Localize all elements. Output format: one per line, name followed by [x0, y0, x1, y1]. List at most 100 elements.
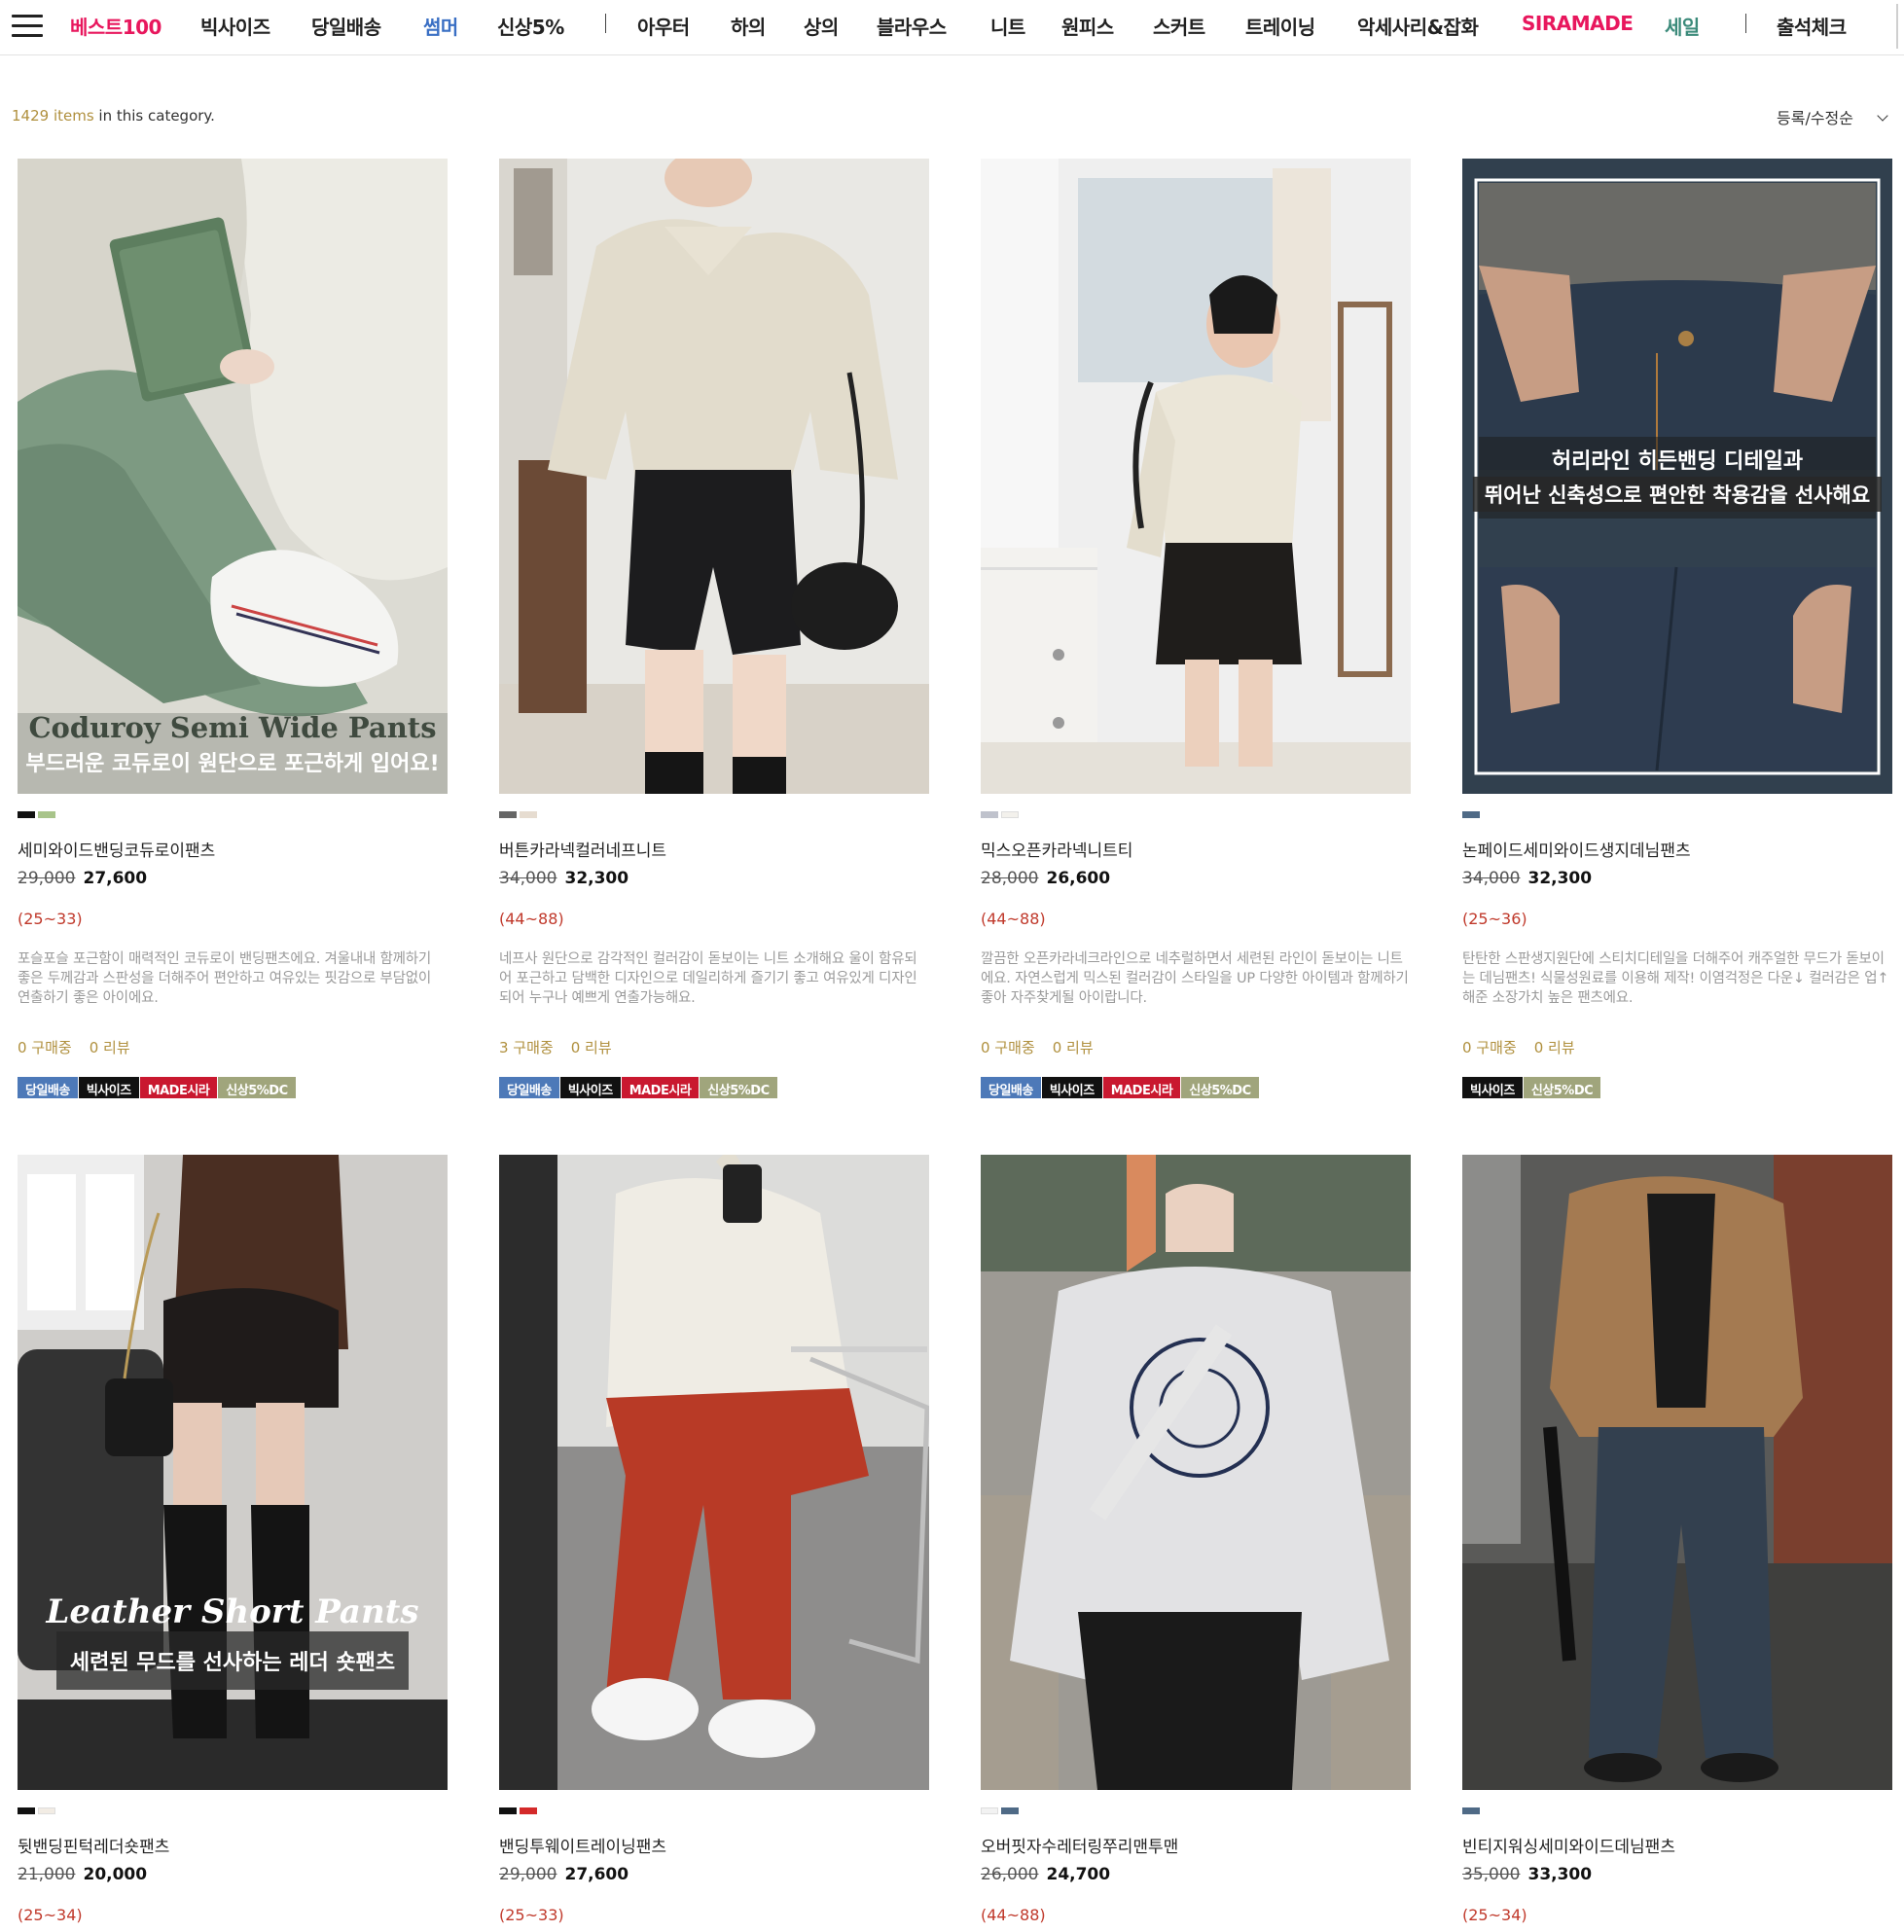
image-caption-korean: 부드러운 코듀로이 원단으로 포근하게 입어요! [25, 752, 440, 776]
image-caption-english: Coduroy Semi Wide Pants [28, 711, 437, 744]
product-card[interactable]: Coduroy Semi Wide Pants 부드러운 코듀로이 원단으로 포… [18, 159, 448, 1098]
sale-price: 33,300 [1527, 1865, 1593, 1884]
item-count: 1429 items in this category. [12, 107, 215, 125]
product-card[interactable]: 밴딩투웨이트레이닝팬츠 29,000 27,600 (25~33) [499, 1155, 929, 1924]
color-swatches [18, 1807, 448, 1817]
color-swatches [499, 1807, 929, 1817]
color-swatch [18, 811, 35, 818]
nav-blouse[interactable]: 블라우스 [877, 12, 947, 40]
sale-price: 27,600 [83, 869, 148, 888]
color-swatch [1462, 811, 1480, 818]
color-swatch [499, 1807, 517, 1814]
product-image[interactable]: Coduroy Semi Wide Pants 부드러운 코듀로이 원단으로 포… [18, 159, 448, 794]
sale-price: 20,000 [83, 1865, 148, 1884]
product-badge: 빅사이즈 [1462, 1077, 1523, 1098]
original-price: 28,000 [981, 869, 1039, 888]
product-name[interactable]: 믹스오픈카라넥니트티 [981, 837, 1411, 861]
image-caption-korean: 뛰어난 신축성으로 편안한 착용감을 선사해요 [1472, 477, 1883, 512]
price: 35,000 33,300 [1462, 1865, 1892, 1884]
product-card[interactable]: 허리라인 히든밴딩 디테일과 뛰어난 신축성으로 편안한 착용감을 선사해요 논… [1462, 159, 1892, 1098]
product-image[interactable]: Leather Short Pants 세련된 무드를 선사하는 레더 숏팬츠 [18, 1155, 448, 1790]
price: 34,000 32,300 [499, 869, 929, 888]
product-card[interactable]: 버튼카라넥컬러네프니트 34,000 32,300 (44~88) 네프사 원단으… [499, 159, 929, 1098]
nav-sale[interactable]: 세일 [1665, 12, 1700, 40]
nav-knit[interactable]: 니트 [990, 12, 1025, 40]
product-badge: MADE시라 [621, 1077, 700, 1098]
nav-summer[interactable]: 썸머 [423, 12, 458, 40]
price: 34,000 32,300 [1462, 869, 1892, 888]
product-photo [18, 1155, 448, 1790]
product-image[interactable] [981, 159, 1411, 794]
product-stats: 3 구매중 0 리뷰 [499, 1037, 929, 1057]
price: 29,000 27,600 [18, 869, 448, 888]
product-name[interactable]: 버튼카라넥컬러네프니트 [499, 837, 929, 861]
nav-attendance[interactable]: 출석체크 [1777, 12, 1847, 40]
size-range: (25~36) [1462, 910, 1527, 928]
product-name[interactable]: 세미와이드밴딩코듀로이팬츠 [18, 837, 448, 861]
size-range: (44~88) [981, 910, 1046, 928]
nav-outer[interactable]: 아우터 [637, 12, 690, 40]
product-photo [499, 1155, 929, 1790]
sale-price: 24,700 [1046, 1865, 1111, 1884]
product-name[interactable]: 뒷밴딩핀턱레더숏팬츠 [18, 1833, 448, 1857]
sort-dropdown[interactable]: 등록/수정순 [1777, 105, 1888, 128]
product-name[interactable]: 빈티지워싱세미와이드데님팬츠 [1462, 1833, 1892, 1857]
item-count-suffix: in this category. [93, 107, 215, 125]
product-description: 포슬포슬 포근함이 매력적인 코듀로이 밴딩팬츠에요. 겨울내내 함께하기 좋은… [18, 951, 432, 1006]
nav-skirt[interactable]: 스커트 [1153, 12, 1205, 40]
image-caption-korean: 허리라인 히든밴딩 디테일과 [1551, 449, 1804, 474]
product-card[interactable]: 빈티지워싱세미와이드데님팬츠 35,000 33,300 (25~34) [1462, 1155, 1892, 1924]
product-card[interactable]: 믹스오픈카라넥니트티 28,000 26,600 (44~88) 깔끔한 오픈카라… [981, 159, 1411, 1098]
sale-price: 32,300 [1527, 869, 1593, 888]
product-name[interactable]: 논페이드세미와이드생지데님팬츠 [1462, 837, 1892, 861]
color-swatches [1462, 1807, 1892, 1817]
color-swatch [520, 1807, 537, 1814]
product-description: 탄탄한 스판생지원단에 스티치디테일을 더해주어 캐주얼한 무드가 돋보이는 데… [1462, 951, 1889, 1006]
badge-row: 빅사이즈 신상5%DC [1462, 1077, 1892, 1098]
review-count: 0 리뷰 [89, 1039, 130, 1056]
nav-dress[interactable]: 원피스 [1061, 12, 1114, 40]
product-image[interactable] [499, 1155, 929, 1790]
size-range: (44~88) [981, 1906, 1046, 1924]
original-price: 26,000 [981, 1865, 1039, 1884]
product-image[interactable]: 허리라인 히든밴딩 디테일과 뛰어난 신축성으로 편안한 착용감을 선사해요 [1462, 159, 1892, 794]
color-swatch [520, 811, 537, 818]
product-card[interactable]: Leather Short Pants 세련된 무드를 선사하는 레더 숏팬츠 … [18, 1155, 448, 1924]
nav-bottoms[interactable]: 하의 [731, 12, 766, 40]
image-caption-korean: 세련된 무드를 선사하는 레더 숏팬츠 [69, 1651, 396, 1675]
color-swatches [981, 1807, 1411, 1817]
nav-sameday[interactable]: 당일배송 [311, 12, 381, 40]
original-price: 21,000 [18, 1865, 76, 1884]
product-name[interactable]: 오버핏자수레터링쭈리맨투맨 [981, 1833, 1411, 1857]
product-name[interactable]: 밴딩투웨이트레이닝팬츠 [499, 1833, 929, 1857]
product-image[interactable] [981, 1155, 1411, 1790]
product-stats: 0 구매중 0 리뷰 [18, 1037, 448, 1057]
nav-training[interactable]: 트레이닝 [1245, 12, 1315, 40]
purchase-count: 0 구매중 [18, 1039, 72, 1056]
sort-label: 등록/수정순 [1777, 109, 1853, 127]
badge-row: 당일배송 빅사이즈 MADE시라 신상5%DC [981, 1077, 1411, 1098]
nav-new5[interactable]: 신상5% [497, 12, 564, 40]
size-range: (25~34) [18, 1906, 83, 1924]
product-image[interactable] [1462, 1155, 1892, 1790]
nav-tops[interactable]: 상의 [804, 12, 839, 40]
nav-best100[interactable]: 베스트100 [70, 12, 162, 40]
product-badge: 빅사이즈 [559, 1077, 621, 1098]
nav-bigsize[interactable]: 빅사이즈 [200, 12, 270, 40]
nav-accessories[interactable]: 악세사리&잡화 [1357, 12, 1479, 40]
nav-divider [605, 14, 606, 33]
sale-price: 27,600 [564, 1865, 629, 1884]
top-nav: 베스트100 빅사이즈 당일배송 썸머 신상5% 아우터 하의 상의 블라우스 니트 원피스 스커트 트… [0, 0, 1904, 55]
product-badge: MADE시라 [1102, 1077, 1181, 1098]
size-range: (25~33) [499, 1906, 564, 1924]
badge-row: 당일배송 빅사이즈 MADE시라 신상5%DC [18, 1077, 448, 1098]
product-card[interactable]: 오버핏자수레터링쭈리맨투맨 26,000 24,700 (44~88) [981, 1155, 1411, 1924]
menu-icon[interactable] [12, 15, 43, 37]
color-swatch [18, 1807, 35, 1814]
product-image[interactable] [499, 159, 929, 794]
price: 26,000 24,700 [981, 1865, 1411, 1884]
product-badge: 빅사이즈 [78, 1077, 139, 1098]
purchase-count: 0 구매중 [981, 1039, 1035, 1056]
nav-siramade[interactable]: SIRAMADE [1522, 12, 1634, 35]
original-price: 29,000 [499, 1865, 557, 1884]
